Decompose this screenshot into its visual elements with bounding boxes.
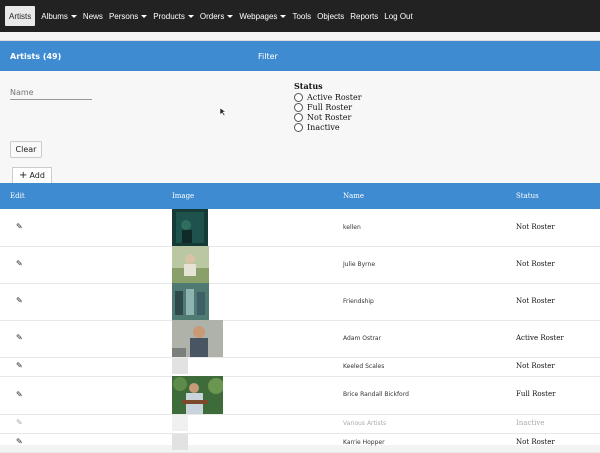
add-button[interactable]: + Add: [12, 167, 52, 184]
add-label: Add: [29, 171, 45, 180]
caret-down-icon: [70, 14, 77, 18]
plus-icon: +: [19, 170, 28, 181]
nav-products[interactable]: Products: [153, 6, 194, 26]
filter-panel: Status Active Roster Full Roster Not Ros…: [0, 71, 600, 169]
artist-status: Not Roster: [516, 297, 555, 305]
top-strip: [0, 32, 600, 41]
artist-name[interactable]: Various Artists: [343, 420, 386, 427]
pencil-icon[interactable]: ✎: [16, 418, 23, 427]
status-option-label: Active Roster: [307, 92, 362, 102]
artist-status: Full Roster: [516, 390, 556, 398]
image-placeholder: [172, 434, 188, 450]
nav-reports[interactable]: Reports: [350, 6, 378, 26]
nav-label: News: [82, 11, 103, 21]
artist-name[interactable]: Julie Byrne: [343, 261, 375, 268]
caret-down-icon: [227, 14, 234, 18]
table-row[interactable]: ✎ Various Artists Inactive: [0, 414, 600, 434]
nav-logout[interactable]: Log Out: [384, 6, 412, 26]
table-row[interactable]: ✎ Karrie Hopper Not Roster: [0, 433, 600, 453]
mouse-cursor-icon: [219, 107, 227, 117]
table-row[interactable]: ✎ Brice Randall Bickford Full Roster: [0, 376, 600, 415]
pencil-icon[interactable]: ✎: [16, 222, 23, 231]
nav-label: Tools: [292, 11, 312, 21]
nav-orders[interactable]: Orders: [199, 6, 234, 26]
pencil-icon[interactable]: ✎: [16, 296, 23, 305]
artist-name[interactable]: Brice Randall Bickford: [343, 391, 409, 398]
table-row[interactable]: ✎ Keeled Scales Not Roster: [0, 357, 600, 377]
caret-down-icon: [280, 14, 287, 18]
status-option-label: Full Roster: [307, 102, 353, 112]
artist-status: Not Roster: [516, 223, 555, 231]
nav-persons[interactable]: Persons: [108, 6, 148, 26]
artist-status: Inactive: [516, 419, 545, 427]
radio-icon[interactable]: [294, 92, 303, 102]
nav-label: Albums: [41, 11, 68, 21]
artists-panel-header: Artists (49) Filter: [0, 41, 600, 71]
nav-albums[interactable]: Albums: [41, 6, 77, 26]
artist-status: Not Roster: [516, 362, 555, 370]
caret-down-icon: [141, 14, 148, 18]
radio-icon[interactable]: [294, 122, 303, 132]
nav-webpages[interactable]: Webpages: [239, 6, 287, 26]
artist-name[interactable]: kellen: [343, 224, 361, 231]
nav-label: Webpages: [239, 11, 278, 21]
nav-objects[interactable]: Objects: [317, 6, 344, 26]
clear-button[interactable]: Clear: [10, 141, 42, 158]
panel-title: Artists (49): [10, 51, 62, 61]
table-row[interactable]: ✎ kellen Not Roster: [0, 209, 600, 247]
artist-image: [172, 283, 209, 320]
artist-name[interactable]: Adam Ostrar: [343, 335, 381, 342]
artist-name[interactable]: Keeled Scales: [343, 363, 384, 370]
nav-label: Persons: [108, 11, 139, 21]
status-option-active-roster[interactable]: Active Roster: [294, 92, 362, 102]
nav-label: Objects: [317, 11, 345, 21]
status-radio-group: Status Active Roster Full Roster Not Ros…: [294, 81, 362, 132]
nav-label: Artists: [9, 11, 32, 21]
nav-label: Products: [153, 11, 185, 21]
nav-label: Reports: [350, 11, 379, 21]
name-filter-input[interactable]: [10, 85, 92, 100]
nav-news[interactable]: News: [83, 6, 103, 26]
caret-down-icon: [187, 14, 194, 18]
status-title: Status: [294, 81, 323, 91]
pencil-icon[interactable]: ✎: [16, 259, 23, 268]
artist-name[interactable]: Friendship: [343, 298, 374, 305]
top-nav: Artists Albums News Persons Products Ord…: [0, 0, 600, 32]
artist-image: [172, 376, 223, 414]
status-option-label: Inactive: [307, 122, 340, 132]
image-placeholder: [172, 358, 188, 374]
status-option-inactive[interactable]: Inactive: [294, 122, 362, 132]
column-header-edit: Edit: [10, 192, 25, 200]
table-row[interactable]: ✎ Friendship Not Roster: [0, 283, 600, 321]
artist-status: Active Roster: [516, 334, 564, 342]
nav-tools[interactable]: Tools: [292, 6, 311, 26]
radio-icon[interactable]: [294, 112, 303, 122]
pencil-icon[interactable]: ✎: [16, 333, 23, 342]
artist-image: [172, 320, 223, 357]
nav-artists[interactable]: Artists: [5, 6, 36, 26]
column-header-status[interactable]: Status: [516, 192, 539, 200]
artist-status: Not Roster: [516, 260, 555, 268]
nav-label: Log Out: [384, 11, 413, 21]
artists-table: ✎ kellen Not Roster ✎ Julie Byrne Not Ro…: [0, 209, 600, 453]
table-row[interactable]: ✎ Adam Ostrar Active Roster: [0, 320, 600, 358]
column-header-image: Image: [172, 192, 195, 200]
image-placeholder: [172, 415, 188, 431]
nav-label: Orders: [199, 11, 225, 21]
status-option-label: Not Roster: [307, 112, 352, 122]
status-option-not-roster[interactable]: Not Roster: [294, 112, 362, 122]
table-header: Edit Image Name Status: [0, 183, 600, 209]
add-bar: + Add: [0, 167, 600, 184]
pencil-icon[interactable]: ✎: [16, 390, 23, 399]
pencil-icon[interactable]: ✎: [16, 361, 23, 370]
radio-icon[interactable]: [294, 102, 303, 112]
artist-image: [172, 209, 208, 246]
column-header-name[interactable]: Name: [343, 192, 364, 200]
status-option-full-roster[interactable]: Full Roster: [294, 102, 362, 112]
table-row[interactable]: ✎ Julie Byrne Not Roster: [0, 246, 600, 284]
filter-label: Filter: [258, 51, 278, 61]
artist-image: [172, 246, 209, 283]
